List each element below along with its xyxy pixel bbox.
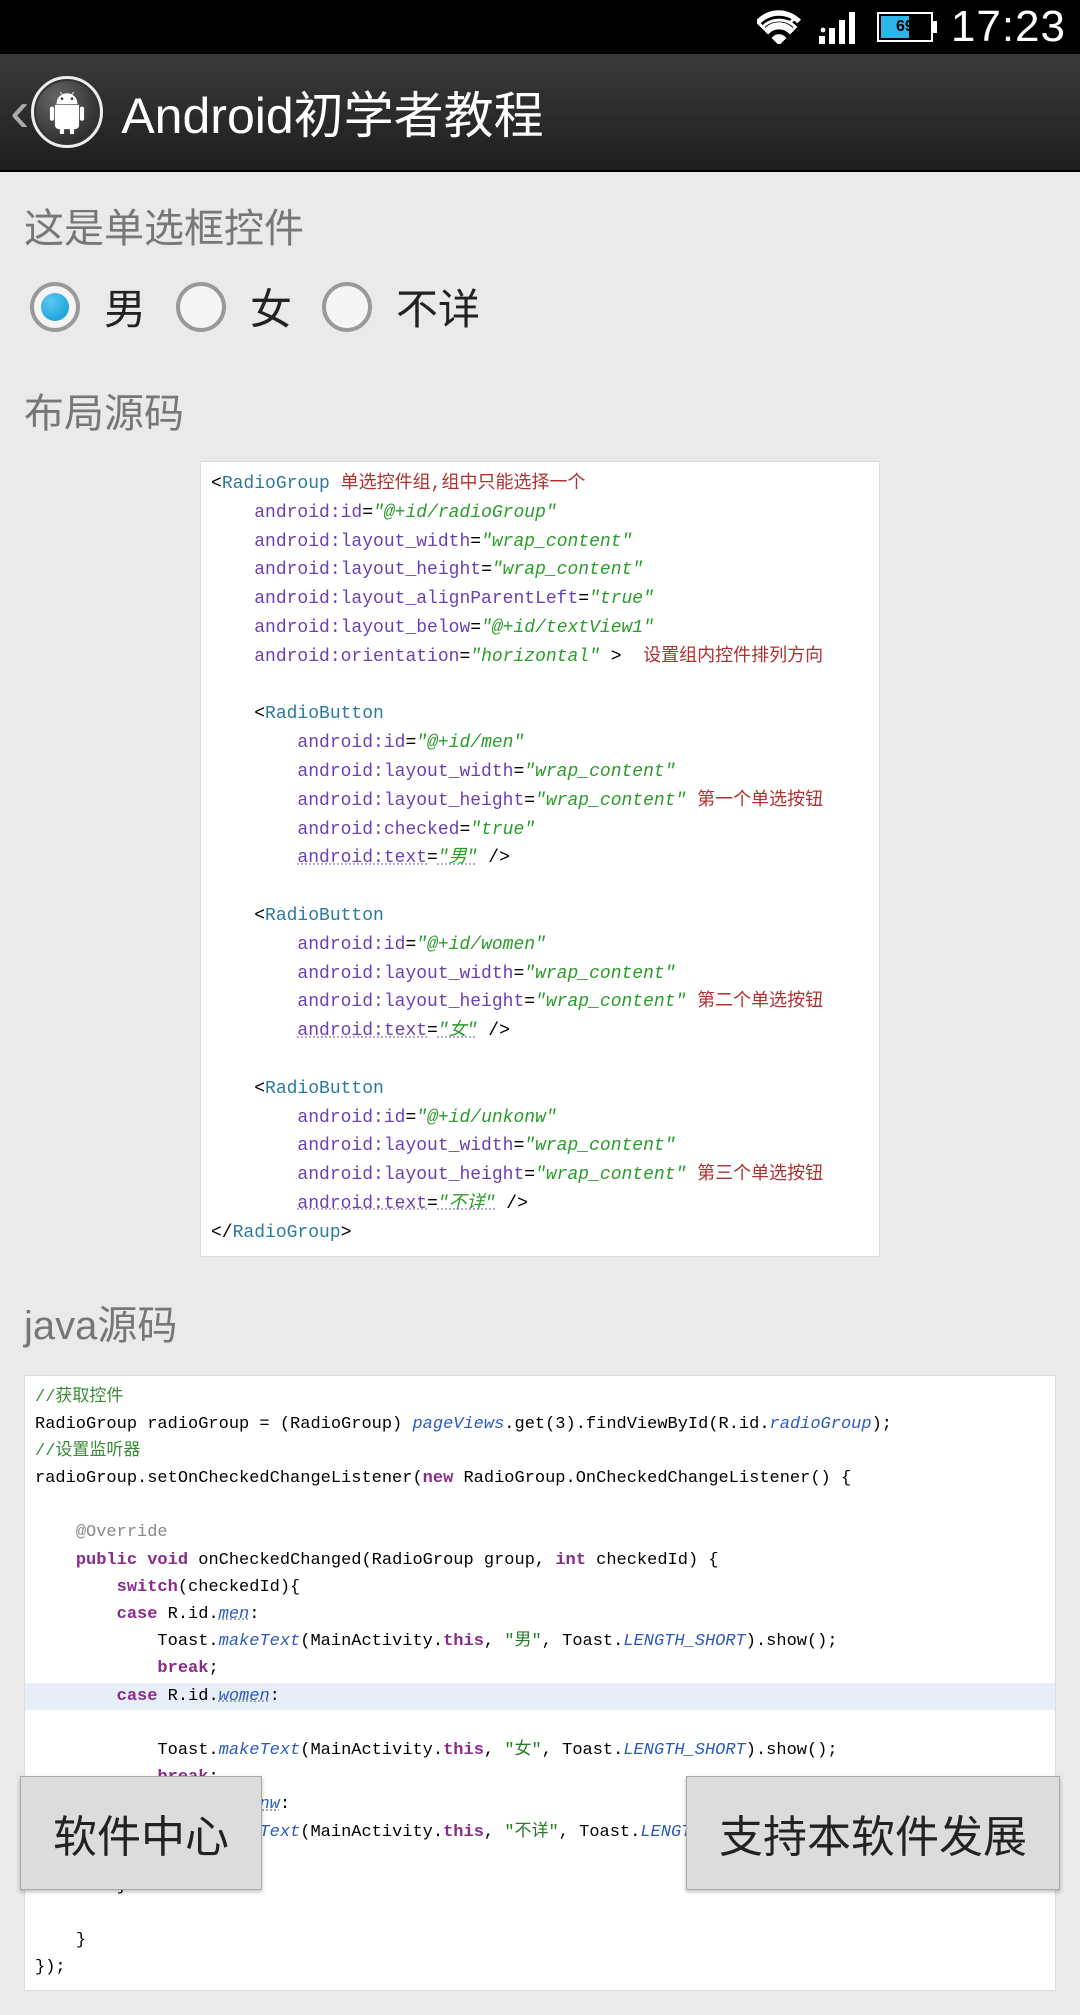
bottom-bar: 软件中心 支持本软件发展 (20, 1776, 1060, 1890)
radio-male[interactable] (30, 282, 80, 332)
app-icon[interactable] (31, 76, 103, 148)
layout-code-label: 布局源码 (24, 381, 1056, 439)
radio-male-label: 男 (104, 276, 146, 337)
page-title: Android初学者教程 (121, 76, 543, 148)
software-center-button[interactable]: 软件中心 (20, 1776, 262, 1890)
back-icon[interactable]: ‹ (10, 83, 29, 141)
battery-icon: 69 (877, 12, 933, 42)
battery-percent: 69 (896, 18, 914, 36)
radio-group: 男 女 不详 (24, 276, 1056, 337)
status-time: 17:23 (951, 2, 1066, 52)
radio-section-label: 这是单选框控件 (24, 196, 1056, 254)
radio-unknown[interactable] (322, 282, 372, 332)
action-bar: ‹ Android初学者教程 (0, 54, 1080, 172)
radio-female-label: 女 (250, 276, 292, 337)
signal-icon (819, 10, 859, 44)
content: 这是单选框控件 男 女 不详 布局源码 <RadioGroup 单选控件组,组中… (0, 172, 1080, 2015)
radio-unknown-label: 不详 (396, 276, 480, 337)
status-bar: 69 17:23 (0, 0, 1080, 54)
java-code-block: //获取控件 RadioGroup radioGroup = (RadioGro… (24, 1375, 1056, 1991)
radio-female[interactable] (176, 282, 226, 332)
java-code-label: java源码 (24, 1293, 1056, 1351)
wifi-icon (757, 10, 801, 44)
xml-code-block: <RadioGroup 单选控件组,组中只能选择一个 android:id="@… (200, 461, 880, 1257)
support-button[interactable]: 支持本软件发展 (686, 1776, 1060, 1890)
